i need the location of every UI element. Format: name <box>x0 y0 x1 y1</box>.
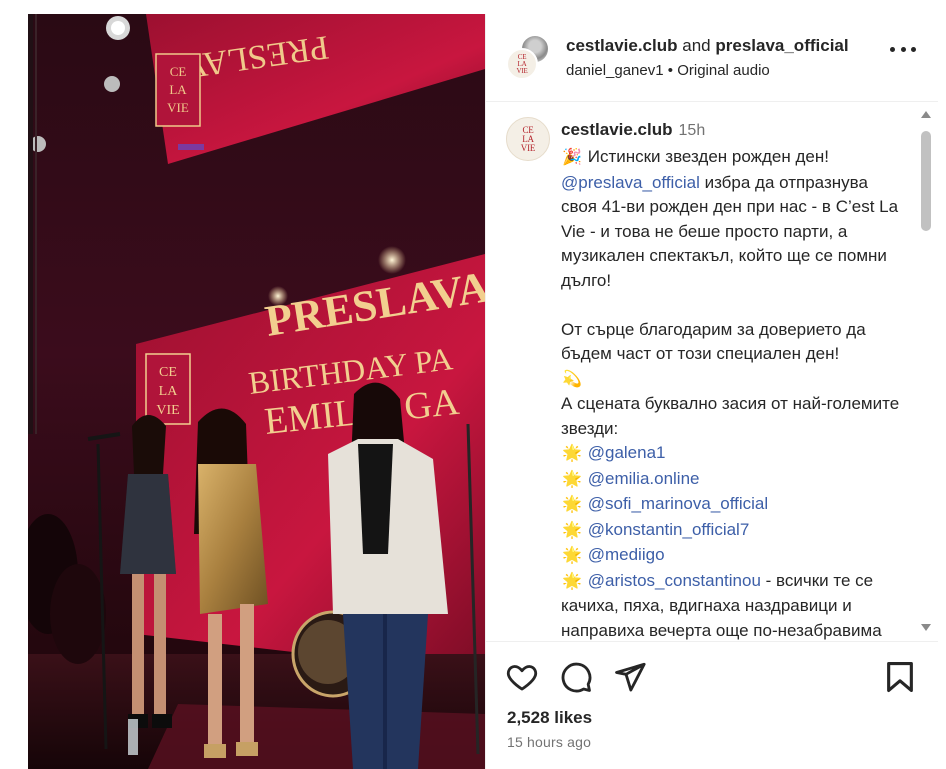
avatar-cestlavie[interactable]: CE LA VIE <box>506 48 538 80</box>
header-username-1[interactable]: cestlavie.club <box>566 36 678 55</box>
scroll-down-arrow-icon[interactable] <box>921 624 931 631</box>
screen-logo-1: CE <box>159 365 177 380</box>
scrollbar-thumb[interactable] <box>921 131 931 231</box>
caption-username[interactable]: cestlavie.club <box>561 120 673 139</box>
dizzy-emoji-icon: 💫 <box>562 370 582 388</box>
header-usernames: cestlavie.club and preslava_official <box>566 36 849 56</box>
screen-logo-2: LA <box>159 384 179 399</box>
comment-icon[interactable] <box>559 660 593 694</box>
mention-item[interactable]: @mediigo <box>588 545 665 564</box>
likes-count[interactable]: 2,528 likes <box>507 708 592 728</box>
mention-item[interactable]: @konstantin_official7 <box>588 520 750 539</box>
post-media-video[interactable]: PRESLAVA CE LA VIE PRESLAVA BIRTHDAY PA … <box>28 14 485 769</box>
scroll-up-arrow-icon[interactable] <box>921 111 931 118</box>
share-icon[interactable] <box>613 660 647 694</box>
star-emoji-icon: 🌟 <box>562 572 582 590</box>
screen-top-logo-2: LA <box>169 82 187 97</box>
heart-icon[interactable] <box>505 660 539 694</box>
mention-preslava[interactable]: @preslava_official <box>561 173 700 192</box>
screen-top-logo-1: CE <box>170 64 187 79</box>
screen-logo-3: VIE <box>156 403 179 418</box>
header-and: and <box>682 36 711 55</box>
mention-item[interactable]: @emilia.online <box>588 469 700 488</box>
more-horizontal-icon[interactable] <box>890 47 916 55</box>
caption-area[interactable]: CE LA VIE cestlavie.club 15h 🎉 Истински з… <box>486 103 938 641</box>
star-emoji-icon: 🌟 <box>562 470 582 488</box>
caption-para2: От сърце благодарим за доверието да бъде… <box>561 319 871 364</box>
header-username-2[interactable]: preslava_official <box>715 36 848 55</box>
audio-separator: • <box>667 62 674 79</box>
caption-logo: CE LA VIE <box>520 124 536 153</box>
audio-info: daniel_ganev1 • Original audio <box>566 62 770 79</box>
post-actions: 2,528 likes 15 hours ago <box>486 641 938 769</box>
bookmark-icon[interactable] <box>883 660 917 694</box>
caption-intro: Истински звезден рожден ден! <box>587 147 829 166</box>
stage-scene: PRESLAVA CE LA VIE PRESLAVA BIRTHDAY PA … <box>28 14 485 769</box>
audio-label[interactable]: Original audio <box>677 62 770 79</box>
audio-username[interactable]: daniel_ganev1 <box>566 62 664 79</box>
collab-avatars[interactable]: CE LA VIE <box>506 34 552 80</box>
caption-time[interactable]: 15h <box>679 122 706 139</box>
star-emoji-icon: 🌟 <box>562 445 582 462</box>
star-emoji-icon: 🌟 <box>562 521 582 539</box>
screen-top-logo-3: VIE <box>167 100 189 115</box>
post-header: CE LA VIE cestlavie.club and preslava_of… <box>486 14 938 102</box>
post-details-panel: CE LA VIE cestlavie.club and preslava_of… <box>485 14 938 769</box>
mention-item[interactable]: @galena1 <box>588 443 666 462</box>
cestlavie-logo: CE LA VIE <box>516 52 528 75</box>
mention-item[interactable]: @aristos_constantinou <box>588 571 761 590</box>
mention-item[interactable]: @sofi_marinova_official <box>588 494 768 513</box>
caption-para3: А сцената буквално засия от най-големите… <box>561 394 904 438</box>
caption-text: 🎉 Истински звезден рожден ден! @preslava… <box>561 145 903 641</box>
star-emoji-icon: 🌟 <box>562 496 582 513</box>
caption-avatar[interactable]: CE LA VIE <box>506 117 550 161</box>
post-timestamp[interactable]: 15 hours ago <box>507 734 591 750</box>
star-emoji-icon: 🌟 <box>562 547 582 564</box>
party-emoji-icon: 🎉 <box>562 149 582 166</box>
caption-header: cestlavie.club 15h <box>561 120 705 140</box>
caption-scrollbar[interactable] <box>920 111 932 631</box>
